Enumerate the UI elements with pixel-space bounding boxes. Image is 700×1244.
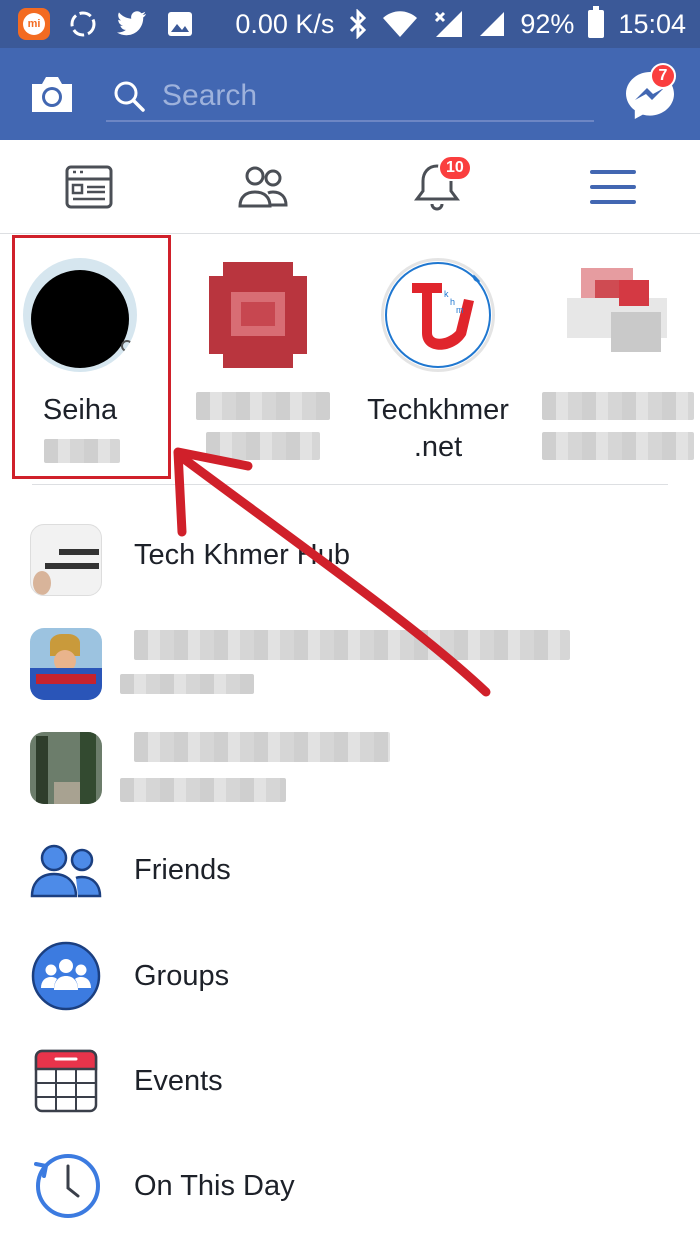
- signal-icon: [480, 12, 505, 36]
- svg-text:h: h: [450, 297, 455, 307]
- camera-icon[interactable]: [28, 72, 76, 116]
- wifi-icon: [383, 11, 418, 37]
- clock: 15:04: [618, 8, 686, 39]
- notifications-badge: 10: [438, 155, 472, 181]
- svg-text:m: m: [456, 305, 464, 315]
- menu-item-friends[interactable]: Friends: [0, 824, 700, 914]
- avatar: k h m: [381, 258, 495, 372]
- annotation-highlight-box: [12, 235, 171, 479]
- tab-bar: [0, 140, 700, 234]
- shortcut-name: Techkhmer .net: [367, 394, 509, 463]
- blurred-text: [206, 432, 320, 460]
- status-bar: mi 0.00 K/s 92% 15:04: [0, 0, 700, 48]
- bluetooth-icon: [350, 9, 367, 39]
- techkhmer-logo-icon: k h m: [385, 262, 491, 368]
- tab-friend-requests[interactable]: [238, 162, 288, 212]
- search-input[interactable]: [162, 79, 562, 113]
- divider: [32, 484, 668, 485]
- menu-item-groups[interactable]: Groups: [0, 930, 700, 1020]
- list-item-blurred-1[interactable]: [0, 614, 700, 704]
- tab-menu[interactable]: [588, 162, 638, 212]
- avatar: [561, 258, 675, 372]
- menu-item-on-this-day[interactable]: On This Day: [0, 1140, 700, 1230]
- memories-clock-icon: [34, 1154, 100, 1218]
- groups-icon: [31, 941, 101, 1011]
- group-thumbnail: [30, 524, 102, 596]
- twitter-icon: [117, 11, 146, 36]
- shortcut-page[interactable]: [178, 234, 338, 484]
- search-bar[interactable]: [106, 72, 594, 122]
- list-item-blurred-2[interactable]: [0, 718, 700, 808]
- avatar: [201, 258, 315, 372]
- calendar-icon: [34, 1049, 98, 1113]
- menu-item-label: Events: [134, 1065, 223, 1097]
- blurred-text: [134, 732, 390, 762]
- list-item-label: Tech Khmer Hub: [134, 539, 350, 571]
- tab-news-feed[interactable]: [64, 162, 114, 212]
- network-speed: 0.00 K/s: [235, 8, 335, 39]
- sync-icon: [70, 11, 96, 37]
- search-icon: [114, 81, 145, 112]
- app-header: [0, 48, 700, 140]
- group-thumbnail: [30, 628, 102, 700]
- blurred-text: [542, 392, 694, 420]
- blurred-text: [134, 630, 570, 660]
- messenger-badge: 7: [650, 63, 676, 89]
- blurred-text: [120, 778, 286, 802]
- menu-item-label: Friends: [134, 854, 231, 886]
- mi-app-icon: mi: [18, 8, 50, 40]
- blurred-text: [120, 674, 254, 694]
- shortcut-page-2[interactable]: [538, 234, 698, 484]
- menu-item-events[interactable]: Events: [0, 1035, 700, 1125]
- blurred-text: [542, 432, 694, 460]
- group-thumbnail: [30, 732, 102, 804]
- signal-x-icon: [435, 11, 463, 37]
- menu-item-label: On This Day: [134, 1170, 295, 1202]
- list-item-tech-khmer-hub[interactable]: Tech Khmer Hub: [0, 510, 700, 600]
- svg-text:k: k: [444, 289, 449, 299]
- friends-icon: [30, 844, 102, 898]
- blurred-text: [196, 392, 330, 420]
- shortcut-techkhmer[interactable]: k h m Techkhmer .net: [358, 234, 518, 484]
- battery-percent: 92%: [520, 8, 575, 39]
- menu-item-label: Groups: [134, 960, 230, 992]
- battery-icon: [588, 6, 605, 38]
- image-icon: [168, 12, 192, 36]
